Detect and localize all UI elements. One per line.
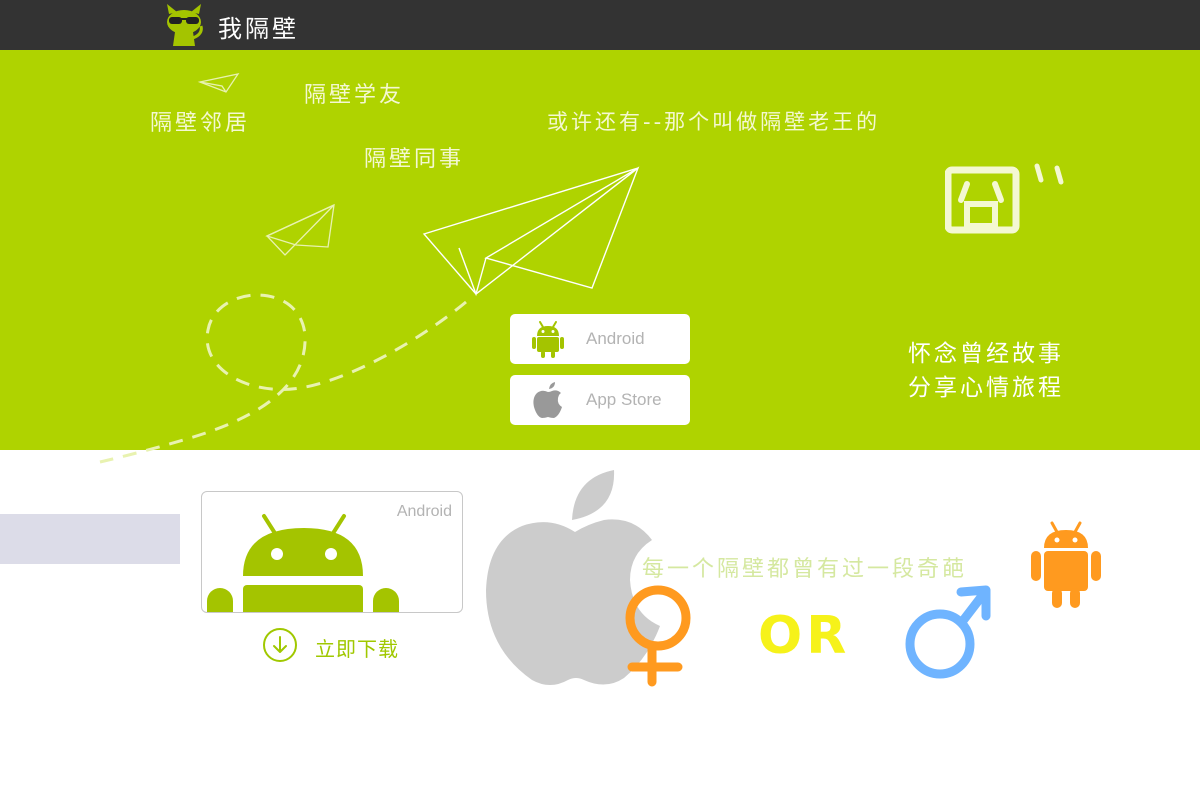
android-button-label: Android — [586, 329, 645, 348]
android-download-button[interactable]: Android — [510, 314, 690, 364]
android-download-card[interactable]: Android — [201, 491, 463, 613]
hero-banner: 隔壁邻居 隔壁学友 隔壁同事 或许还有--那个叫做隔壁老王的 囧 Android — [0, 50, 1200, 464]
download-now-link[interactable]: 立即下载 — [262, 627, 412, 663]
label-lao-wang: 或许还有--那个叫做隔壁老王的 — [547, 110, 881, 134]
app-store-button-label: App Store — [586, 390, 662, 409]
apple-icon — [533, 382, 562, 418]
or-text: OR — [758, 606, 851, 666]
cat-sunglasses-logo-icon[interactable] — [163, 4, 205, 46]
slogan-line-2: 分享心情旅程 — [908, 375, 1064, 401]
label-classmate: 隔壁学友 — [304, 83, 405, 108]
android-icon — [532, 321, 564, 358]
top-navigation-bar: 我隔壁 — [0, 0, 1200, 50]
jiong-emoticon-graphic — [944, 163, 1064, 234]
brand-name[interactable]: 我隔壁 — [218, 9, 299, 44]
side-placeholder-bar — [0, 514, 180, 564]
download-now-label: 立即下载 — [315, 637, 399, 661]
app-store-download-button[interactable]: App Store — [510, 375, 690, 425]
male-symbol-icon — [905, 585, 991, 679]
label-neighbor: 隔壁邻居 — [150, 111, 251, 136]
jiong-emoticon: 囧 — [944, 160, 1070, 235]
android-orange-icon — [1031, 521, 1101, 608]
slogan-line-1: 怀念曾经故事 — [908, 341, 1064, 367]
download-arrow-icon — [263, 628, 297, 662]
female-symbol-icon — [625, 585, 691, 687]
label-colleague: 隔壁同事 — [364, 147, 465, 172]
android-card-tag: Android — [396, 503, 452, 520]
promo-tagline: 每一个隔壁都曾有过一段奇葩 — [642, 557, 968, 582]
